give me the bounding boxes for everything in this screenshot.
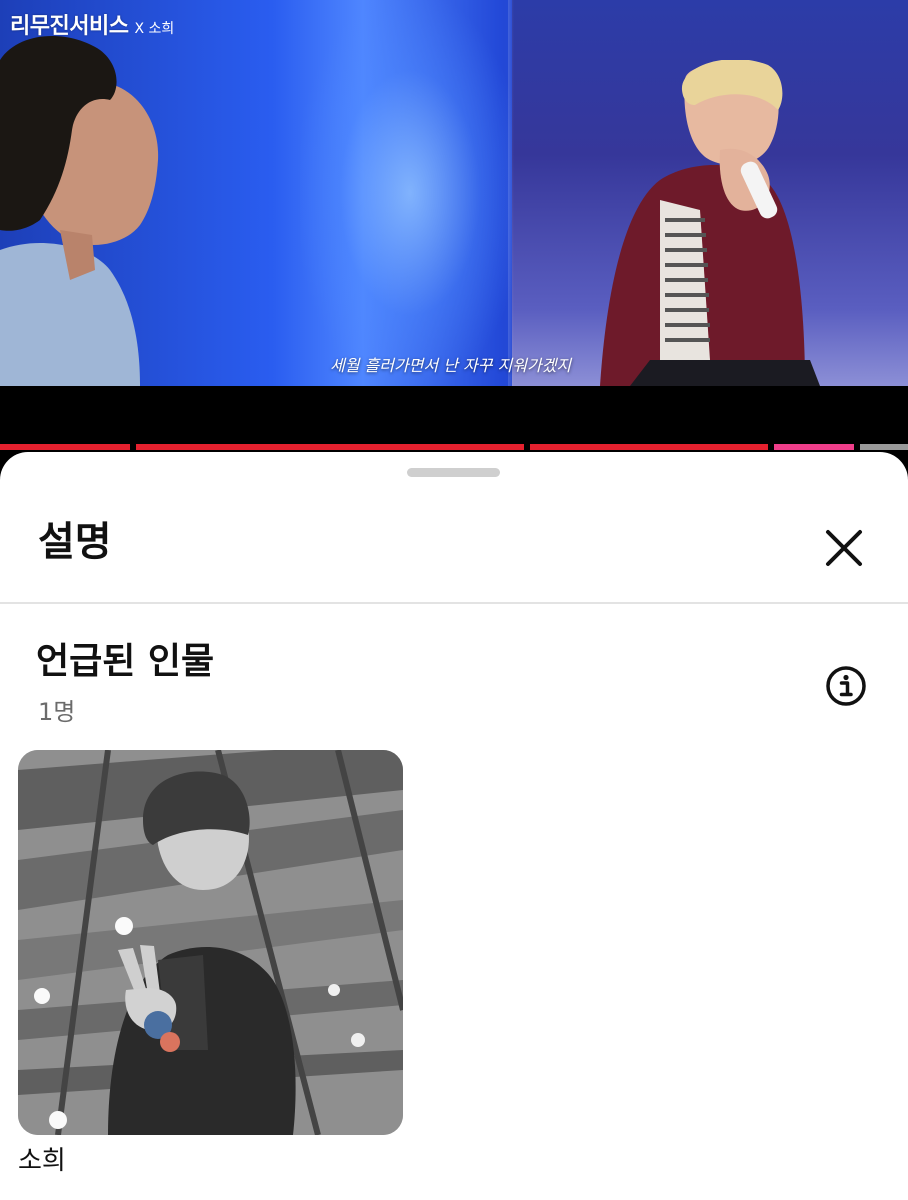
close-icon xyxy=(826,530,862,566)
description-sheet: 설명 언급된 인물 1명 소희 xyxy=(0,452,908,1200)
drag-handle[interactable] xyxy=(407,468,500,477)
chapter-segment[interactable] xyxy=(774,444,854,450)
divider xyxy=(0,602,908,604)
chapter-segment[interactable] xyxy=(530,444,768,450)
person-card[interactable]: 소희 xyxy=(18,750,403,1180)
video-player[interactable]: 리무진서비스 X 소희 세월 흘러가면서 난 자꾸 지워가겠지 xyxy=(0,0,908,386)
screen: 리무진서비스 X 소희 세월 흘러가면서 난 자꾸 지워가겠지 설명 언급된 인… xyxy=(0,0,908,1200)
mentioned-count: 1명 xyxy=(38,698,76,726)
stage-light xyxy=(300,0,520,386)
person-name: 소희 xyxy=(18,1146,66,1176)
info-button[interactable] xyxy=(824,664,868,708)
video-person-right xyxy=(600,60,820,386)
close-button[interactable] xyxy=(818,522,870,574)
chapter-progress-bar[interactable] xyxy=(0,444,908,450)
video-person-left xyxy=(0,36,159,386)
channel-logo: 리무진서비스 xyxy=(10,14,129,39)
chapter-segment[interactable] xyxy=(136,444,524,450)
collab-label: X 소희 xyxy=(134,21,175,37)
sheet-title: 설명 xyxy=(38,519,112,565)
section-title-mentioned-people: 언급된 인물 xyxy=(36,641,215,682)
info-icon xyxy=(826,666,866,706)
chapter-segment[interactable] xyxy=(0,444,130,450)
chapter-segment[interactable] xyxy=(860,444,908,450)
person-photo xyxy=(18,750,403,1135)
video-subtitle: 세월 흘러가면서 난 자꾸 지워가겠지 xyxy=(330,356,572,375)
channel-branding: 리무진서비스 X 소희 xyxy=(10,8,174,40)
